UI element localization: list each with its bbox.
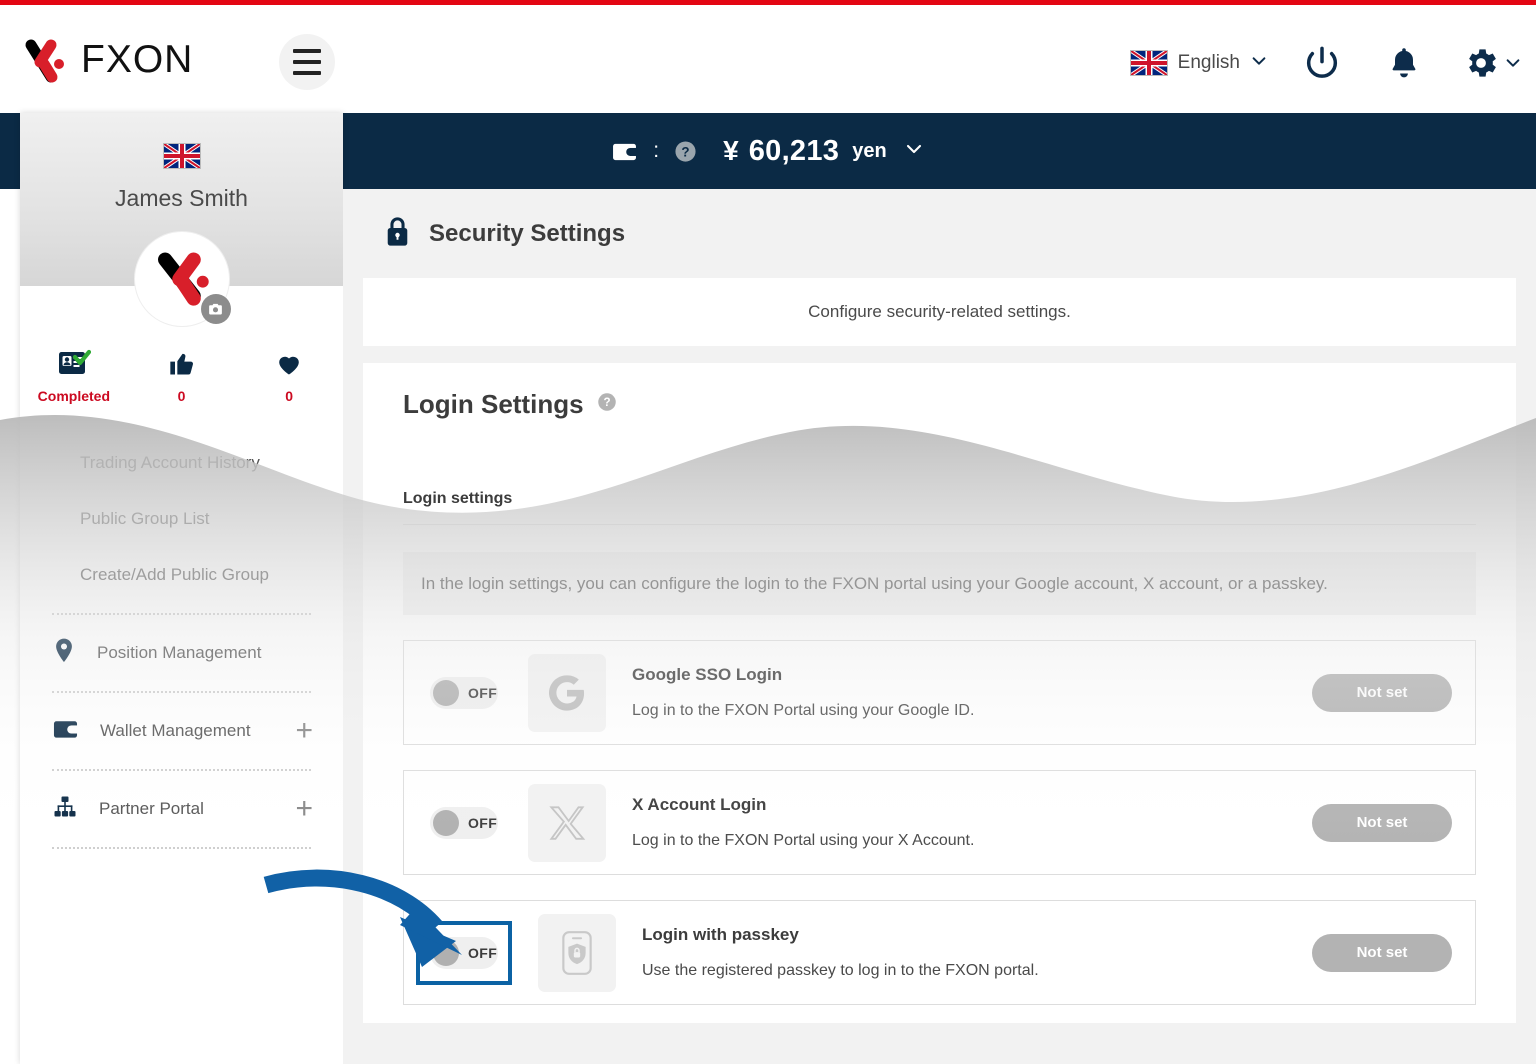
uk-flag-icon [1129,50,1168,76]
sidebar-item-label: Wallet Management [100,721,251,740]
sidebar-uk-flag-icon [162,143,201,169]
divider [403,524,1476,525]
login-method-row[interactable]: OFF Login with passkey Use the registere… [403,900,1476,1005]
phone-passkey-icon [538,913,616,992]
passkey-toggle-highlight: OFF [416,920,512,985]
expand-plus-icon[interactable]: + [295,794,313,824]
svg-text:?: ? [682,144,690,159]
language-selector[interactable]: English [1129,50,1268,76]
google-sso-toggle[interactable]: OFF [430,676,498,709]
fxon-logo[interactable]: FXON [18,33,193,87]
hamburger-icon[interactable] [279,34,335,90]
page-title-row: Security Settings [343,189,1536,253]
login-method-description: Use the registered passkey to log in to … [642,962,1039,979]
balance-unit: yen [852,139,887,162]
x-account-status-button[interactable]: Not set [1312,803,1452,842]
passkey-status-button[interactable]: Not set [1312,933,1452,972]
wallet-icon [612,141,638,162]
login-settings-panel: Login Settings ? Login settings In the l… [363,363,1516,1023]
expand-plus-icon[interactable]: + [295,716,313,746]
page-title: Security Settings [429,220,626,247]
bell-icon[interactable] [1386,45,1422,81]
chevron-down-icon [1250,52,1268,75]
login-method-row[interactable]: OFF Google SSO Login Log in to the FXON … [403,640,1476,745]
org-chart-icon [53,795,77,824]
x-account-toggle[interactable]: OFF [430,806,498,839]
stat-label: 0 [177,388,186,404]
panel-title: Login Settings [403,389,584,419]
balance-amount: 60,213 [748,134,840,167]
sidebar-item-label: Position Management [97,643,262,662]
app-header: FXON English [0,5,1536,113]
main-content: Security Settings Configure security-rel… [343,189,1536,1064]
toggle-knob [433,809,459,836]
lock-icon [383,215,412,253]
sidebar-item-label: Public Group List [80,509,210,528]
stat-label: 0 [285,388,294,404]
stat-likes: 0 [128,349,236,404]
balance-separator: : [653,139,660,162]
login-settings-notice: In the login settings, you can configure… [403,552,1476,615]
x-logo-icon [528,783,606,862]
toggle-knob [433,679,459,706]
login-method-description: Log in to the FXON Portal using your Goo… [632,702,975,719]
login-method-text: Google SSO Login Log in to the FXON Port… [632,665,974,720]
google-sso-status-button[interactable]: Not set [1312,673,1452,712]
panel-title-row: Login Settings ? [363,389,1516,420]
fxon-logo-mark [18,33,72,87]
login-method-text: X Account Login Log in to the FXON Porta… [632,795,974,850]
divider [52,847,311,849]
camera-icon[interactable] [200,294,231,324]
help-circle-icon[interactable]: ? [597,392,617,417]
login-method-name: X Account Login [632,795,767,814]
divider [52,691,311,693]
login-method-text: Login with passkey Use the registered pa… [642,925,1039,980]
login-method-name: Google SSO Login [632,665,783,684]
login-method-description: Log in to the FXON Portal using your X A… [632,832,975,849]
language-label: English [1177,52,1240,73]
stat-completed: Completed [20,349,128,404]
sidebar: James Smith Completed 0 0 Trading Accoun… [20,113,343,1064]
google-g-icon [528,653,606,732]
sidebar-item-create-add-public-group[interactable]: Create/Add Public Group [20,547,343,603]
fxon-logo-text: FXON [81,38,194,81]
sidebar-item-position-management[interactable]: Position Management [20,625,343,681]
toggle-knob [433,939,459,966]
sidebar-menu: Trading Account History Public Group Lis… [20,435,343,859]
sidebar-item-trading-account-history[interactable]: Trading Account History [20,435,343,491]
gear-icon[interactable] [1462,44,1500,82]
login-method-row[interactable]: OFF X Account Login Log in to the FXON P… [403,770,1476,875]
balance-chevron-down-icon[interactable] [904,139,924,164]
stat-favorites: 0 [235,349,343,404]
section-label: Login settings [403,490,513,507]
profile-stats: Completed 0 0 [20,349,343,404]
sidebar-item-partner-portal[interactable]: Partner Portal + [20,781,343,837]
wallet-icon [53,718,78,745]
header-actions: English [1129,35,1522,91]
location-pin-icon [53,637,75,670]
sidebar-item-label: Trading Account History [80,453,260,472]
toggle-state-label: OFF [468,944,498,961]
currency-symbol: ¥ [723,135,739,166]
help-circle-icon[interactable]: ? [674,140,697,163]
divider [52,613,311,615]
power-icon[interactable] [1302,43,1342,83]
svg-text:?: ? [603,396,610,409]
sidebar-item-public-group-list[interactable]: Public Group List [20,491,343,547]
login-method-name: Login with passkey [642,925,799,944]
toggle-state-label: OFF [468,814,498,831]
passkey-toggle[interactable]: OFF [430,936,498,969]
avatar[interactable] [134,232,231,326]
sidebar-item-label: Create/Add Public Group [80,565,269,584]
page-description: Configure security-related settings. [363,278,1516,346]
user-name: James Smith [115,185,248,211]
divider [52,769,311,771]
settings-chevron-down-icon[interactable] [1504,54,1522,72]
sidebar-item-label: Partner Portal [99,799,204,818]
sidebar-item-wallet-management[interactable]: Wallet Management + [20,703,343,759]
stat-label: Completed [37,388,110,404]
toggle-state-label: OFF [468,684,498,701]
